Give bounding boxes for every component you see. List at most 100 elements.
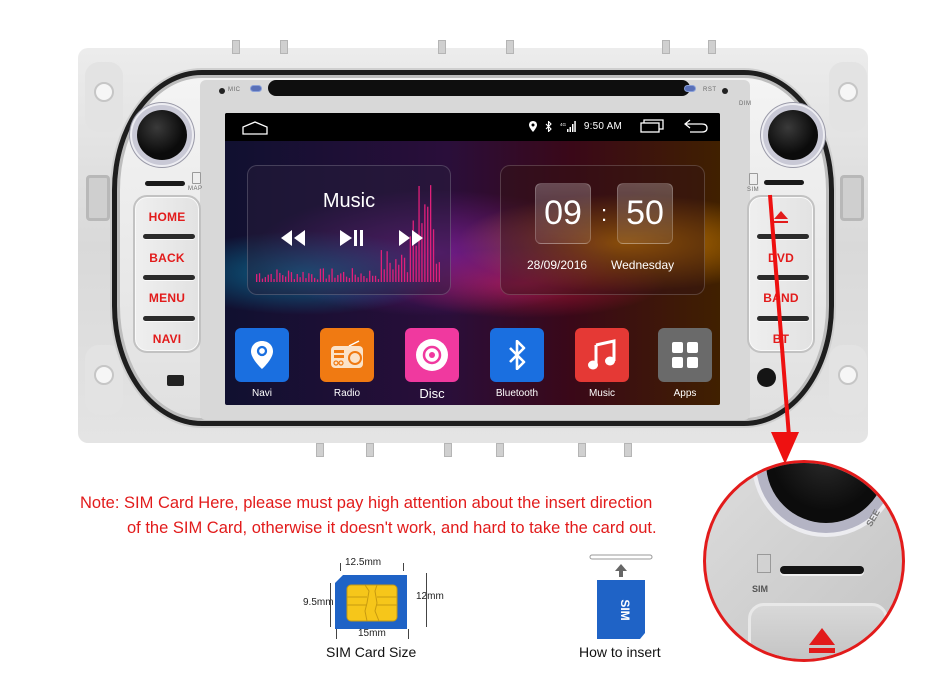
touch-screen[interactable]: 4G 9:50 AM Music 09 : 50 28/09/2016 Wedn… [225, 113, 720, 405]
sim-card-text: SIM [618, 599, 632, 620]
sim-height-left: 9.5mm [303, 597, 334, 608]
sim-slot-magnifier: SEE SIM [703, 460, 905, 662]
dimension-line [340, 563, 341, 571]
equalizer-bar [258, 273, 261, 282]
eject-button-closeup [748, 603, 888, 659]
back-hw-button[interactable]: BACK [135, 238, 199, 277]
equalizer-bar [285, 276, 287, 282]
equalizer-bar [348, 277, 351, 282]
equalizer-bar [328, 274, 330, 282]
status-time: 9:50 AM [583, 120, 622, 132]
equalizer-bar [311, 274, 313, 282]
equalizer-bar [314, 277, 316, 282]
signal-4g-icon: 4G [560, 120, 576, 132]
sim-slot-closeup [780, 566, 864, 574]
svg-text:4G: 4G [560, 122, 567, 127]
sim-card-icon [757, 554, 771, 573]
app-label: Bluetooth [495, 388, 539, 399]
volume-knob[interactable] [137, 110, 187, 160]
equalizer-bar [264, 277, 266, 282]
mount-ear-bottom-left [85, 345, 123, 415]
equalizer-bar [331, 268, 333, 282]
equalizer-bar [293, 279, 295, 282]
equalizer-bar [366, 278, 368, 282]
next-track-button[interactable] [398, 228, 424, 248]
dvd-hw-button[interactable]: DVD [749, 238, 813, 277]
warning-note-line2: of the SIM Card, otherwise it doesn't wo… [127, 519, 657, 537]
left-button-column: HOME BACK MENU NAVI [133, 195, 201, 353]
app-dock: Navi Radio Disc Bluetooth Music Apps [225, 325, 720, 405]
equalizer-bar [340, 273, 342, 282]
mount-tab [506, 40, 514, 54]
navi-hw-button[interactable]: NAVI [135, 319, 199, 358]
rst-label: RST [703, 87, 717, 93]
equalizer-bar [374, 275, 377, 282]
aux-jack[interactable] [757, 368, 776, 387]
dimension-line [403, 563, 404, 571]
equalizer-bar [386, 251, 388, 282]
reset-button[interactable] [722, 88, 728, 94]
equalizer-bar [406, 272, 409, 282]
equalizer-bar [424, 204, 426, 282]
eject-hw-button[interactable] [749, 197, 813, 236]
app-label: Disc [419, 386, 445, 401]
equalizer-bar [267, 274, 269, 282]
recent-apps-icon[interactable] [640, 119, 664, 133]
equalizer-bar [302, 271, 304, 282]
equalizer-bar [427, 206, 429, 282]
eject-icon [774, 210, 788, 219]
equalizer-bar [415, 245, 417, 282]
mount-tab [316, 443, 324, 457]
sim-card-slot[interactable] [764, 180, 804, 185]
equalizer-bar [432, 229, 435, 282]
equalizer-bar [325, 278, 327, 282]
equalizer-bar [345, 276, 348, 282]
mount-ear-top-right [829, 62, 867, 132]
usb-port[interactable] [167, 375, 184, 386]
disc-slot[interactable] [268, 80, 690, 96]
music-widget[interactable]: Music [247, 165, 451, 295]
music-note-icon [575, 328, 629, 382]
previous-track-button[interactable] [280, 228, 306, 248]
mount-tab [662, 40, 670, 54]
home-hw-button[interactable]: HOME [135, 197, 199, 236]
play-pause-button[interactable] [338, 228, 364, 248]
equalizer-bar [369, 270, 371, 282]
equalizer-bar [354, 274, 356, 282]
app-disc[interactable]: Disc [404, 328, 460, 401]
clock-minutes: 50 [617, 183, 673, 244]
bluetooth-icon [490, 328, 544, 382]
app-bluetooth[interactable]: Bluetooth [489, 328, 545, 399]
screw-hole [94, 82, 114, 102]
app-apps[interactable]: Apps [657, 328, 713, 399]
dim-label: DIM [739, 101, 752, 107]
equalizer-bar [357, 277, 359, 282]
dimension-line [336, 629, 337, 639]
app-radio[interactable]: Radio [319, 328, 375, 399]
home-icon[interactable] [242, 121, 268, 135]
warning-note-line1: Note: SIM Card Here, please must pay hig… [80, 494, 653, 512]
clock-widget[interactable]: 09 : 50 28/09/2016 Wednesday [500, 165, 705, 295]
app-label: Radio [333, 388, 361, 399]
seek-knob[interactable] [768, 110, 818, 160]
menu-hw-button[interactable]: MENU [135, 278, 199, 317]
app-music[interactable]: Music [574, 328, 630, 399]
radio-icon [320, 328, 374, 382]
app-navi[interactable]: Navi [234, 328, 290, 399]
equalizer-bar [287, 270, 290, 282]
map-card-slot[interactable] [145, 181, 185, 186]
mount-tab [438, 40, 446, 54]
apps-grid-icon [658, 328, 712, 382]
status-icons: 4G 9:50 AM [528, 119, 708, 133]
disc-icon [405, 328, 459, 382]
sim-width-top: 12.5mm [345, 557, 382, 568]
equalizer-bar [337, 274, 339, 282]
equalizer-bar [282, 275, 284, 282]
equalizer-bar [296, 274, 298, 282]
equalizer-bar [383, 269, 385, 282]
equalizer-bar [430, 185, 432, 282]
mount-tab [624, 443, 632, 457]
back-icon[interactable] [684, 119, 708, 133]
equalizer-bar [308, 273, 310, 282]
equalizer-bar [377, 279, 380, 282]
